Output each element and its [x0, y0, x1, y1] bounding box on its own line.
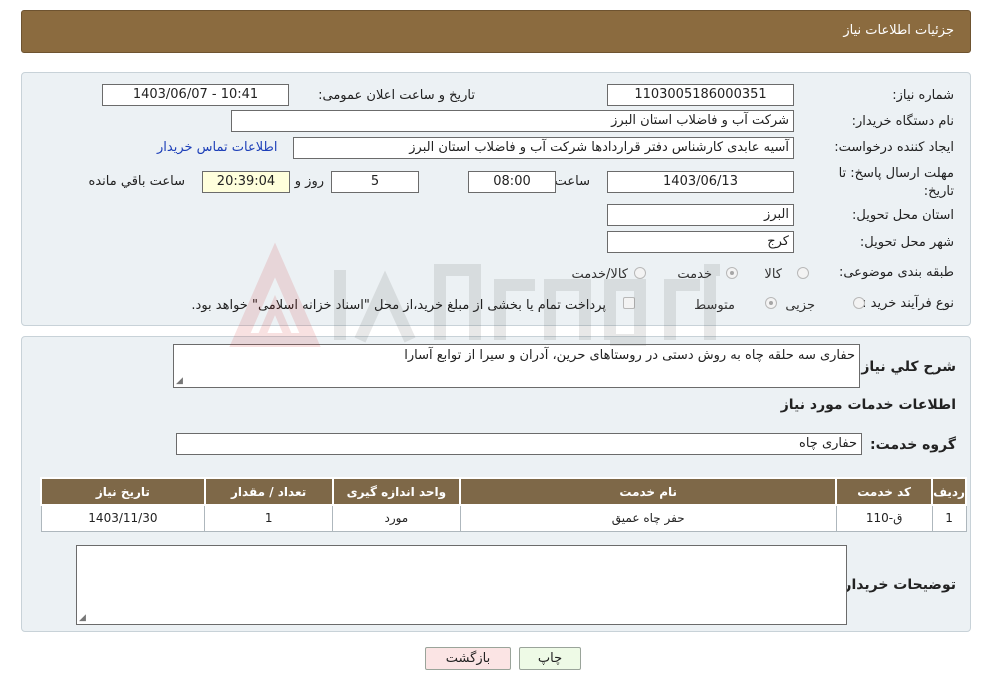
province-label: استان محل تحویل: [852, 208, 954, 223]
cell-unit: مورد [332, 504, 461, 532]
need-details-panel: شرح کلي نياز: حفاری سه حلقه چاه به روش د… [21, 336, 971, 632]
category-option-goods-radio[interactable] [797, 267, 809, 279]
remaining-time-field: 20:39:04 [202, 171, 290, 193]
purchase-option-medium-radio[interactable] [765, 297, 777, 309]
services-table: ردیف کد خدمت نام خدمت واحد اندازه گیری ت… [40, 477, 967, 532]
purchase-type-label: نوع فرآیند خرید : [862, 296, 954, 311]
category-option-goods-service-radio[interactable] [634, 267, 646, 279]
city-label: شهر محل تحویل: [859, 235, 954, 250]
resize-handle-icon[interactable]: ◢ [176, 376, 183, 386]
summary-textarea[interactable]: حفاری سه حلقه چاه به روش دستی در روستاها… [173, 344, 860, 388]
buyer-notes-textarea[interactable]: ◢ [76, 545, 847, 625]
category-option-service-label: خدمت [677, 267, 712, 282]
category-label: طبقه بندی موضوعی: [838, 265, 954, 280]
summary-text: حفاری سه حلقه چاه به روش دستی در روستاها… [404, 348, 855, 363]
need-info-panel: شماره نیاز: 1103005186000351 تاریخ و ساع… [21, 72, 971, 326]
col-header-service-name: نام خدمت [459, 477, 838, 506]
resize-handle-icon[interactable]: ◢ [79, 613, 86, 623]
category-option-service-radio[interactable] [726, 267, 738, 279]
cell-service-name: حفر چاه عمیق [459, 504, 837, 532]
buyer-org-field: شرکت آب و فاضلاب استان البرز [231, 110, 794, 132]
creator-label: ایجاد کننده درخواست: [834, 140, 954, 155]
service-group-label: گروه خدمت: [870, 437, 956, 453]
col-header-quantity: تعداد / مقدار [203, 477, 334, 506]
province-field: البرز [607, 204, 794, 226]
buyer-org-label: نام دستگاه خریدار: [851, 114, 954, 129]
announce-datetime-label: تاریخ و ساعت اعلان عمومی: [318, 88, 475, 103]
announce-datetime-field: 1403/06/07 - 10:41 [102, 84, 289, 106]
days-label: روز و [294, 174, 324, 189]
category-option-goods-label: کالا [764, 267, 782, 282]
col-header-row-number: ردیف [931, 477, 967, 506]
print-button[interactable]: چاپ [519, 647, 581, 670]
city-field: کرج [607, 231, 794, 253]
category-option-goods-service-label: کالا/خدمت [571, 267, 628, 282]
purchase-option-minor-label: جزیی [785, 298, 815, 313]
page-header: جزئیات اطلاعات نیاز [21, 10, 971, 53]
cell-service-code: ق-110 [835, 504, 933, 532]
col-header-need-date: تاریخ نیاز [40, 477, 206, 506]
days-remaining-field: 5 [331, 171, 419, 193]
summary-label: شرح کلي نياز: [855, 359, 956, 375]
purchase-option-medium-label: متوسط [694, 298, 735, 313]
cell-need-date: 1403/11/30 [40, 504, 206, 532]
services-heading: اطلاعات خدمات مورد نیاز [780, 397, 956, 413]
deadline-time-label: ساعت [554, 174, 590, 189]
need-number-field: 1103005186000351 [607, 84, 794, 106]
creator-field: آسیه عابدی کارشناس دفتر قراردادها شرکت آ… [293, 137, 794, 159]
table-row: 1 ق-110 حفر چاه عمیق مورد 1 1403/11/30 [40, 504, 967, 532]
buyer-contact-link[interactable]: اطلاعات تماس خریدار [157, 140, 277, 155]
deadline-date-field: 1403/06/13 [607, 171, 794, 193]
remaining-time-label: ساعت باقي مانده [88, 174, 185, 189]
col-header-unit: واحد اندازه گیری [331, 477, 462, 506]
payment-treasury-checkbox[interactable] [623, 297, 635, 309]
service-group-field: حفاری چاه [176, 433, 862, 455]
deadline-time-field: 08:00 [468, 171, 556, 193]
page-title: جزئیات اطلاعات نیاز [843, 23, 954, 38]
purchase-option-minor-radio[interactable] [853, 297, 865, 309]
back-button[interactable]: بازگشت [425, 647, 511, 670]
buyer-notes-label: توضیحات خریدار: [837, 577, 956, 593]
cell-quantity: 1 [204, 504, 333, 532]
cell-row-number: 1 [931, 504, 967, 532]
col-header-service-code: کد خدمت [835, 477, 934, 506]
need-number-label: شماره نیاز: [892, 88, 954, 103]
table-header-row: ردیف کد خدمت نام خدمت واحد اندازه گیری ت… [40, 477, 967, 506]
payment-treasury-note: پرداخت تمام یا بخشی از مبلغ خرید،از محل … [191, 298, 606, 313]
deadline-label: مهلت ارسال پاسخ: تا تاریخ: [838, 166, 954, 199]
